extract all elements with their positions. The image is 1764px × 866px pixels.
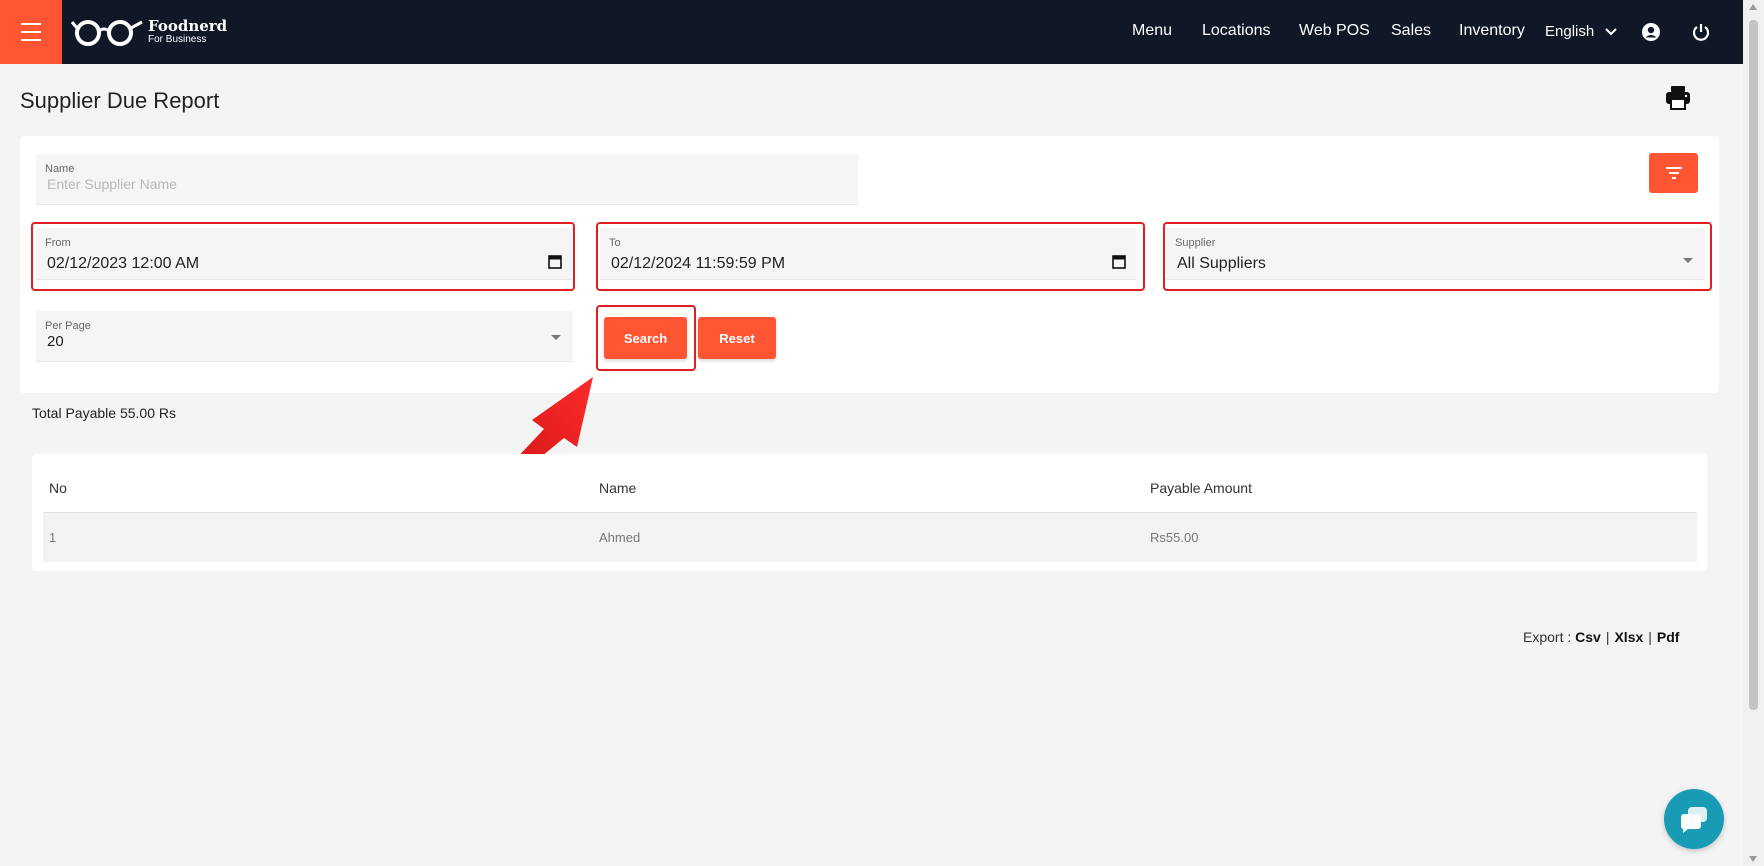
chat-bubble-icon <box>1680 807 1707 833</box>
nav-web-pos[interactable]: Web POS <box>1299 22 1370 40</box>
column-header-payable-amount[interactable]: Payable Amount <box>1150 480 1252 496</box>
nav-menu[interactable]: Menu <box>1132 22 1172 40</box>
cell-no: 1 <box>49 530 57 545</box>
export-xlsx-link[interactable]: Xlsx <box>1614 629 1643 645</box>
language-selector[interactable]: English <box>1545 23 1618 40</box>
nav-sales[interactable]: Sales <box>1391 22 1431 40</box>
hamburger-menu-button[interactable] <box>0 0 62 64</box>
user-account-icon[interactable] <box>1641 22 1661 42</box>
filter-button[interactable] <box>1649 153 1698 193</box>
top-navbar: Foodnerd For Business Menu Locations Web… <box>0 0 1743 64</box>
export-bar: Export : Csv | Xlsx | Pdf <box>1523 629 1679 645</box>
export-pdf-link[interactable]: Pdf <box>1657 629 1680 645</box>
name-placeholder: Enter Supplier Name <box>47 176 177 192</box>
glasses-logo-icon <box>70 20 143 46</box>
language-label: English <box>1545 23 1595 40</box>
brand-name: Foodnerd <box>148 17 228 35</box>
brand-tagline: For Business <box>148 34 207 45</box>
nav-inventory[interactable]: Inventory <box>1459 22 1525 40</box>
table-row[interactable] <box>43 512 1697 562</box>
separator: | <box>1605 629 1610 645</box>
export-label: Export : <box>1523 629 1572 645</box>
cell-payable-amount: Rs55.00 <box>1150 530 1199 545</box>
power-logout-icon[interactable] <box>1691 22 1711 42</box>
per-page-value: 20 <box>47 333 64 350</box>
filter-icon <box>1665 167 1682 179</box>
supplier-highlight <box>1163 222 1712 291</box>
nav-locations[interactable]: Locations <box>1202 22 1271 40</box>
page-title: Supplier Due Report <box>20 88 220 113</box>
chat-widget-button[interactable] <box>1664 789 1724 849</box>
scrollbar-thumb[interactable] <box>1749 20 1758 710</box>
name-label: Name <box>45 163 75 175</box>
from-date-highlight <box>31 222 575 291</box>
per-page-select[interactable]: Per Page 20 <box>36 311 573 362</box>
print-icon[interactable] <box>1664 83 1692 111</box>
column-header-no[interactable]: No <box>49 480 67 496</box>
total-payable: Total Payable 55.00 Rs <box>32 405 176 421</box>
to-date-highlight <box>596 222 1145 291</box>
supplier-name-field[interactable]: Name Enter Supplier Name <box>36 154 858 205</box>
column-header-name[interactable]: Name <box>599 480 636 496</box>
vertical-scrollbar[interactable] <box>1743 0 1764 866</box>
dropdown-caret-icon <box>551 335 561 340</box>
results-table: No Name Payable Amount 1 Ahmed Rs55.00 <box>32 454 1707 571</box>
cell-name: Ahmed <box>599 530 641 545</box>
export-csv-link[interactable]: Csv <box>1575 629 1601 645</box>
chevron-down-icon <box>1605 27 1617 35</box>
search-highlight <box>596 305 696 371</box>
scroll-down-arrow-icon[interactable] <box>1749 856 1757 862</box>
per-page-label: Per Page <box>45 320 91 332</box>
reset-button[interactable]: Reset <box>698 317 776 359</box>
separator: | <box>1648 629 1652 645</box>
menu-icon <box>21 20 41 44</box>
scroll-up-arrow-icon[interactable] <box>1749 4 1757 10</box>
brand-logo[interactable]: Foodnerd For Business <box>70 16 227 48</box>
